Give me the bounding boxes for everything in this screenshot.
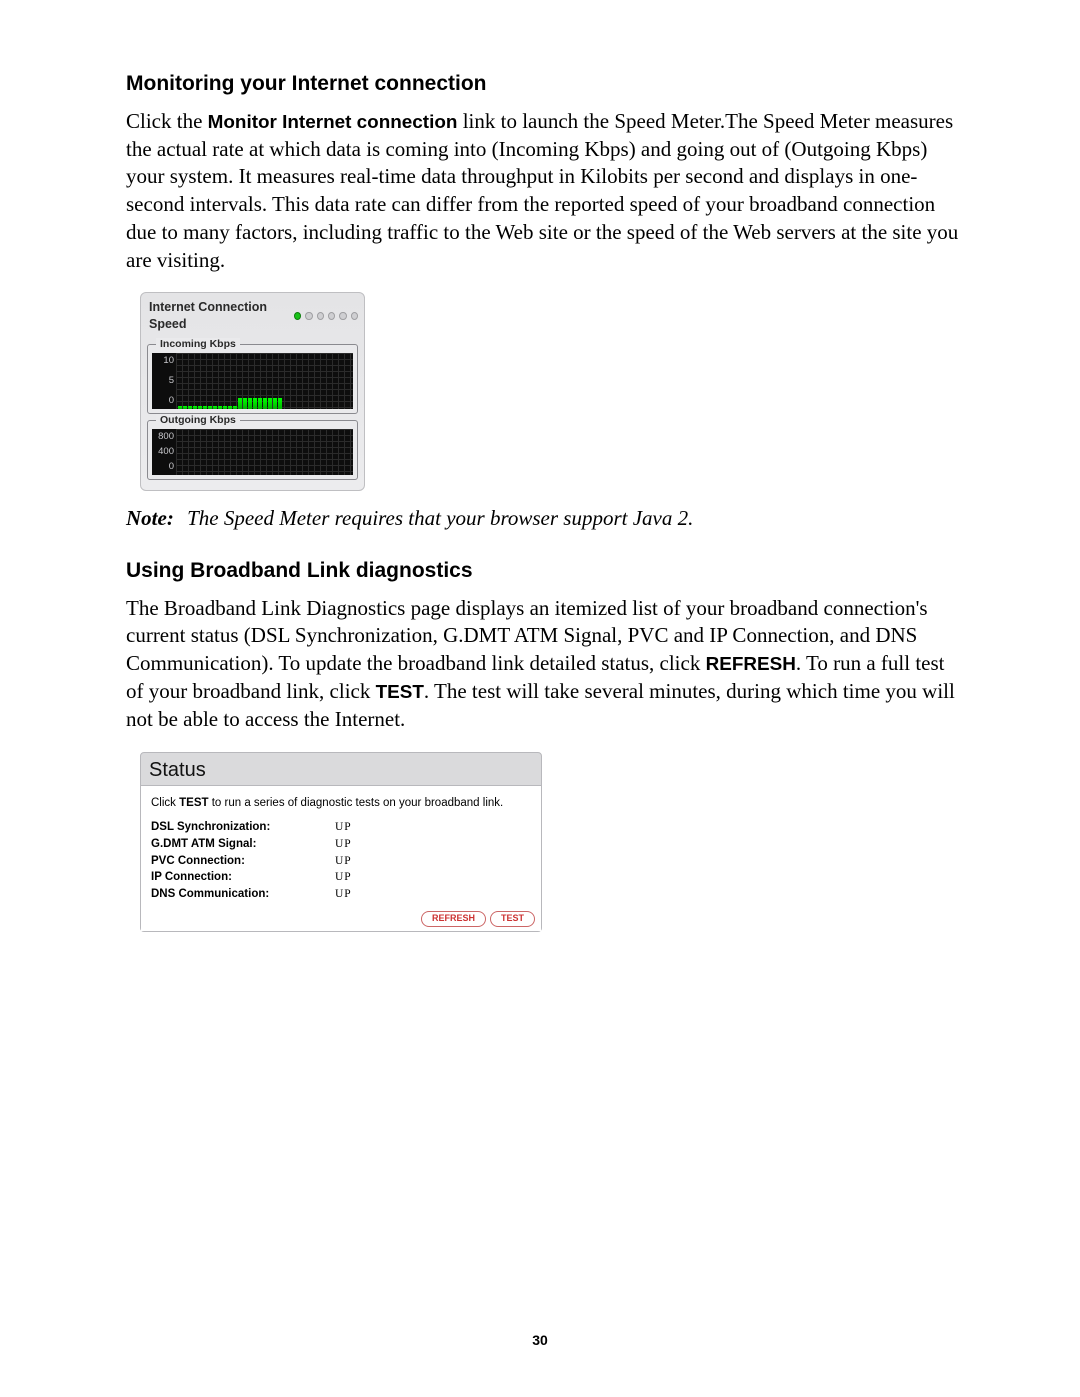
indicator-dot-icon <box>305 312 312 320</box>
status-instr-b: to run a series of diagnostic tests on y… <box>209 797 504 809</box>
status-value: UP <box>335 869 531 886</box>
heading-monitoring: Monitoring your Internet connection <box>126 70 960 98</box>
chart-bar <box>218 406 222 409</box>
chart-bar <box>208 406 212 409</box>
ytick: 5 <box>169 375 174 388</box>
status-row: DNS Communication:UP <box>151 886 531 903</box>
outgoing-graph <box>176 429 353 475</box>
test-inline: TEST <box>376 682 424 703</box>
indicator-dot-icon <box>294 312 301 320</box>
status-instr-a: Click <box>151 797 179 809</box>
speed-meter-title: Internet Connection Speed <box>149 299 290 332</box>
heading-diagnostics: Using Broadband Link diagnostics <box>126 557 960 585</box>
outgoing-label: Outgoing Kbps <box>156 414 240 428</box>
status-row: DSL Synchronization:UP <box>151 819 531 836</box>
chart-bar <box>263 398 267 409</box>
refresh-inline: REFRESH <box>706 654 796 675</box>
chart-bar <box>233 406 237 409</box>
status-key: IP Connection: <box>151 869 335 886</box>
status-value: UP <box>335 853 531 870</box>
chart-bar <box>188 406 192 409</box>
ytick: 10 <box>163 355 174 368</box>
incoming-group: Incoming Kbps 10 5 0 <box>147 344 358 414</box>
status-key: PVC Connection: <box>151 853 335 870</box>
chart-bar <box>248 398 252 409</box>
chart-bar <box>183 406 187 409</box>
chart-bar <box>278 398 282 409</box>
incoming-label: Incoming Kbps <box>156 338 240 352</box>
monitor-link-text: Monitor Internet connection <box>208 112 458 133</box>
status-key: DNS Communication: <box>151 886 335 903</box>
indicator-dot-icon <box>328 312 335 320</box>
chart-bar <box>193 406 197 409</box>
test-button[interactable]: TEST <box>490 911 535 927</box>
chart-bar <box>258 398 262 409</box>
chart-bar <box>198 406 202 409</box>
chart-bar <box>228 406 232 409</box>
status-key: G.DMT ATM Signal: <box>151 836 335 853</box>
para-monitoring: Click the Monitor Internet connection li… <box>126 108 960 275</box>
note-label: Note: <box>126 506 174 530</box>
status-value: UP <box>335 836 531 853</box>
status-instruction: Click TEST to run a series of diagnostic… <box>151 796 531 811</box>
ytick: 800 <box>158 431 174 444</box>
chart-bar <box>238 398 242 409</box>
chart-bar <box>223 406 227 409</box>
indicator-dot-icon <box>339 312 346 320</box>
indicator-dot-icon <box>351 312 358 320</box>
incoming-yaxis: 10 5 0 <box>152 353 176 409</box>
status-rows: DSL Synchronization:UPG.DMT ATM Signal:U… <box>151 819 531 902</box>
ytick: 400 <box>158 446 174 459</box>
refresh-button[interactable]: REFRESH <box>421 911 486 927</box>
ytick: 0 <box>169 395 174 408</box>
ytick: 0 <box>169 461 174 474</box>
status-row: PVC Connection:UP <box>151 853 531 870</box>
chart-bar <box>273 398 277 409</box>
status-panel: Status Click TEST to run a series of dia… <box>140 752 542 932</box>
status-row: G.DMT ATM Signal:UP <box>151 836 531 853</box>
note-text: The Speed Meter requires that your brows… <box>187 506 693 530</box>
indicator-dot-icon <box>317 312 324 320</box>
page-number: 30 <box>0 1331 1080 1349</box>
chart-bar <box>213 406 217 409</box>
chart-bar <box>178 406 182 409</box>
chart-bar <box>268 398 272 409</box>
status-value: UP <box>335 886 531 903</box>
status-header: Status <box>141 753 541 786</box>
status-value: UP <box>335 819 531 836</box>
speed-meter-title-row: Internet Connection Speed <box>145 295 360 338</box>
status-row: IP Connection:UP <box>151 869 531 886</box>
chart-bar <box>243 398 247 409</box>
outgoing-yaxis: 800 400 0 <box>152 429 176 475</box>
status-instr-bold: TEST <box>179 797 208 809</box>
outgoing-group: Outgoing Kbps 800 400 0 <box>147 420 358 480</box>
status-key: DSL Synchronization: <box>151 819 335 836</box>
note: Note: The Speed Meter requires that your… <box>126 505 960 533</box>
chart-bar <box>253 398 257 409</box>
speed-meter-panel: Internet Connection Speed Incoming Kbps … <box>140 292 365 491</box>
chart-bar <box>203 406 207 409</box>
para-monitoring-tail: link to launch the Speed Meter.The Speed… <box>126 109 958 272</box>
para-diagnostics: The Broadband Link Diagnostics page disp… <box>126 595 960 734</box>
incoming-graph <box>176 353 353 409</box>
para-monitoring-lead: Click the <box>126 109 208 133</box>
